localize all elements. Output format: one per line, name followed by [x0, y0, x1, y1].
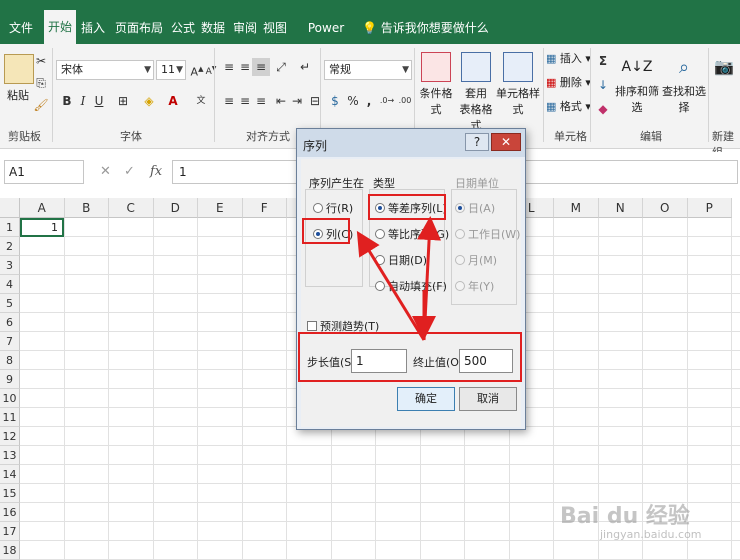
watermark-site: jingyan.baidu.com: [600, 528, 702, 541]
arrow-to-columns: [356, 230, 426, 341]
watermark-logo: Bai du 经验: [560, 504, 690, 529]
annotation-arrows: [356, 216, 442, 341]
